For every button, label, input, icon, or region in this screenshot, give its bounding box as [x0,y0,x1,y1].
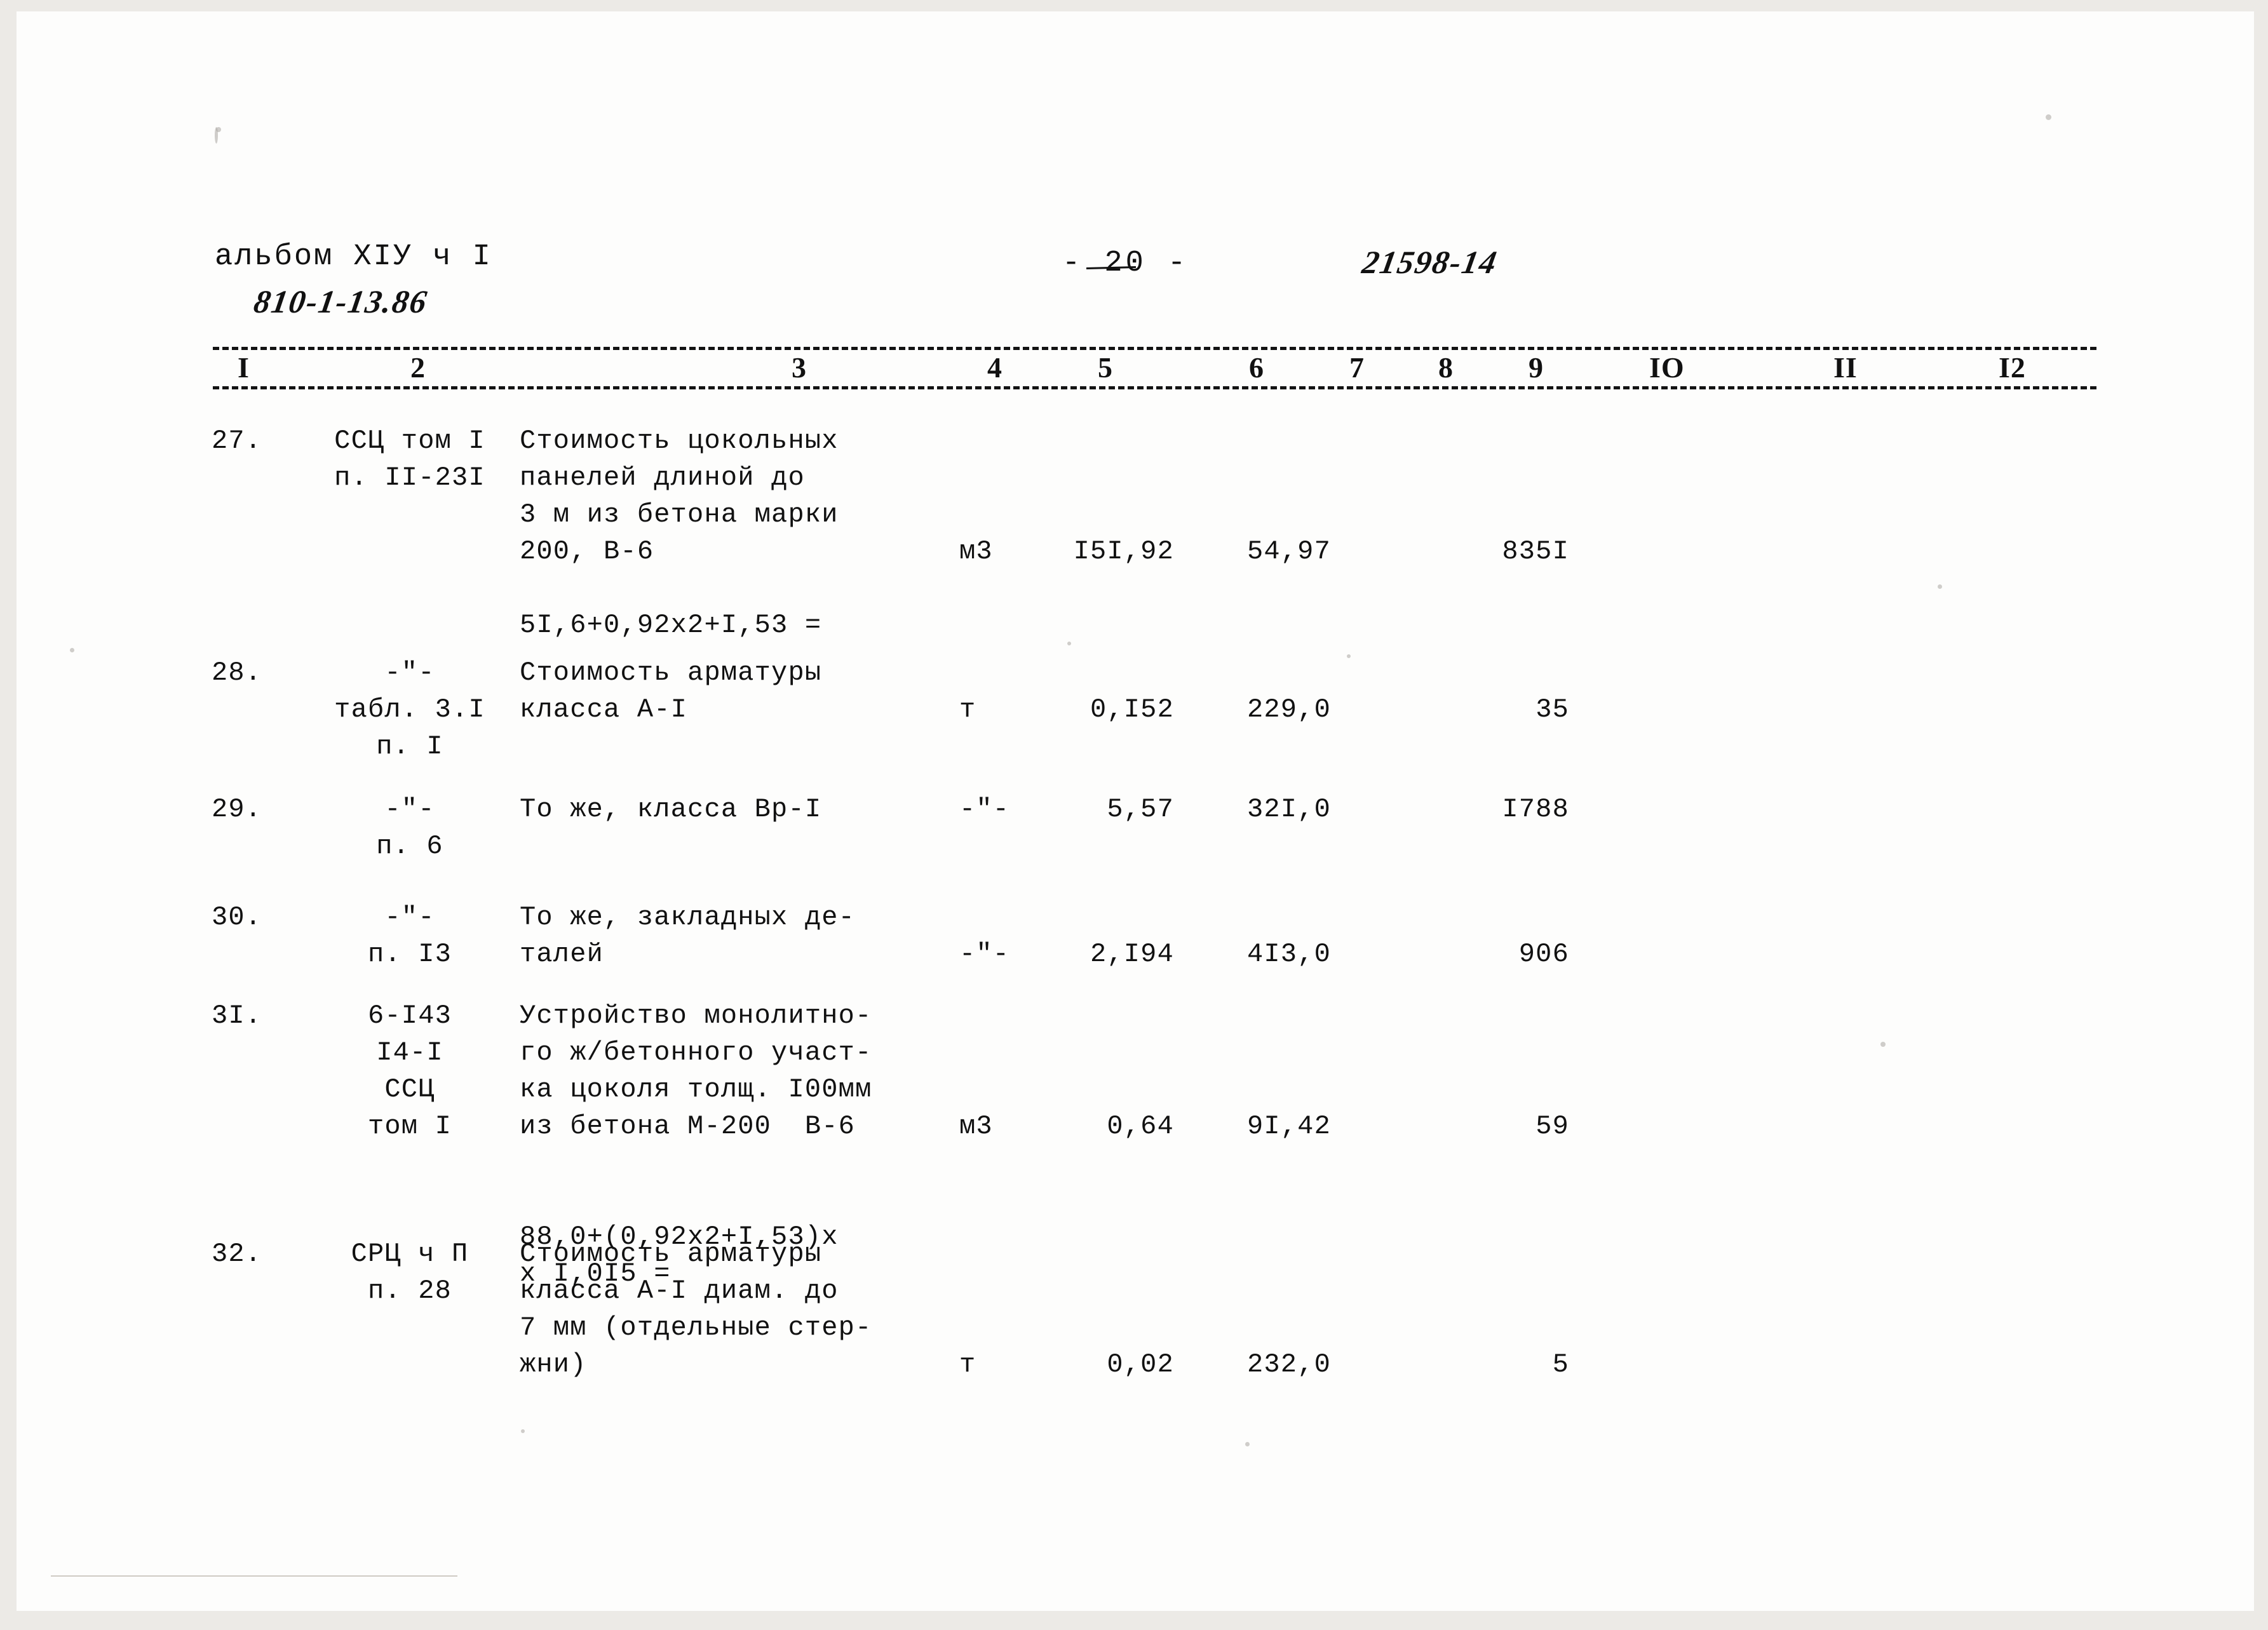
row-unit-price: 32I,0 [1246,794,1331,825]
row-item-number: 27. [212,426,262,456]
row-name-line: Устройство монолитно- [520,1000,872,1031]
row-unit-price: 54,97 [1246,536,1331,567]
row-total-sum: 835I [1502,536,1569,567]
row-justification-line: п. I [376,731,443,762]
row-item-number: 32. [212,1239,262,1269]
row-name-line: То же, закладных де- [520,902,856,933]
row-unit-price: 229,0 [1246,694,1331,725]
scan-speck [1938,584,1942,589]
row-unit: т [959,1349,976,1380]
row-justification-line: ССЦ [384,1074,435,1105]
row-justification-line: СРЦ ч П [351,1239,469,1269]
row-unit: -"- [959,794,1010,825]
row-unit: т [959,694,976,725]
row-unit: м3 [959,1111,993,1142]
column-number: 7 [1346,351,1368,384]
row-justification-line: п. I3 [367,939,452,969]
row-name-line: ка цоколя толщ. I00мм [520,1074,872,1105]
row-name-line: Стоимость цокольных [520,426,839,456]
row-unit-price: 9I,42 [1246,1111,1331,1142]
column-number: 2 [407,351,429,384]
row-name-line: Стоимость арматуры [520,657,822,688]
scan-speck [2046,114,2051,120]
row-justification-line: том I [367,1111,452,1142]
row-quantity: 0,02 [1107,1349,1174,1380]
page-edge-left [0,0,17,1630]
scan-speck [1245,1442,1250,1446]
row-quantity: 0,I52 [1090,694,1174,725]
album-label: альбом XIУ ч I [215,240,492,274]
row-total-sum: 906 [1518,939,1569,969]
handwritten-project-code: 810-1-13.86 [251,285,431,320]
row-total-sum: 35 [1536,694,1569,725]
row-calculation-line: 5I,6+0,92х2+I,53 = [520,610,822,640]
table-rule-bottom [213,386,2096,389]
column-number: I2 [1995,351,2030,384]
row-item-number: 28. [212,657,262,688]
page-edge-bottom [0,1611,2268,1630]
column-number: 4 [983,351,1006,384]
row-name-line: панелей длиной до [520,462,805,493]
table-rule-top [213,347,2096,350]
row-quantity: 2,I94 [1090,939,1174,969]
row-justification-line: -"- [384,902,435,933]
column-number: IO [1645,351,1689,384]
column-number: 5 [1094,351,1117,384]
row-item-number: 3I. [212,1000,262,1031]
row-total-sum: I788 [1502,794,1569,825]
scan-speck [215,127,218,144]
row-unit-price: 4I3,0 [1246,939,1331,969]
row-name-line: жни) [520,1349,587,1380]
column-number: I [234,351,253,384]
row-total-sum: 5 [1552,1349,1569,1380]
row-item-number: 30. [212,902,262,933]
row-name-line: 3 м из бетона марки [520,499,839,530]
page-number: - 20 - [1062,246,1189,280]
row-name-line: класса А-I диам. до [520,1276,839,1306]
scan-speck [70,648,74,652]
column-number: 8 [1434,351,1457,384]
row-name-line: из бетона М-200 В-6 [520,1111,856,1142]
row-name-line: талей [520,939,604,969]
scan-speck [1880,1042,1886,1047]
row-item-number: 29. [212,794,262,825]
row-justification-line: -"- [384,657,435,688]
row-name-line: 7 мм (отдельные стер- [520,1312,872,1343]
row-justification-line: п. 6 [376,831,443,861]
row-justification-line: 6-I43 [367,1000,452,1031]
row-justification-line: -"- [384,794,435,825]
row-name-line: 200, В-6 [520,536,654,567]
column-number: 9 [1525,351,1548,384]
row-justification-line: п. II-23I [334,462,485,493]
row-unit: м3 [959,536,993,567]
column-number: II [1830,351,1861,384]
scan-speck [1347,654,1351,658]
column-number: 6 [1245,351,1268,384]
handwritten-document-stamp: 21598-14 [1360,245,1501,281]
scan-speck [521,1429,525,1433]
row-justification-line: п. 28 [367,1276,452,1306]
page-edge-top [0,0,2268,11]
row-name-line: То же, класса Вр-I [520,794,822,825]
row-total-sum: 59 [1536,1111,1569,1142]
row-unit-price: 232,0 [1246,1349,1331,1380]
row-name-line: класса А-I [520,694,688,725]
row-name-line: го ж/бетонного участ- [520,1037,872,1068]
page-number-text: - 20 - [1062,246,1189,280]
scan-hairline [51,1575,457,1577]
row-name-line: Стоимость арматуры [520,1239,822,1269]
row-justification-line: табл. 3.I [334,694,485,725]
scan-speck [1067,642,1071,645]
row-quantity: 0,64 [1107,1111,1174,1142]
scanned-document-page: альбом XIУ ч I 810-1-13.86 - 20 - 21598-… [0,0,2268,1630]
row-justification-line: ССЦ том I [334,426,485,456]
row-quantity: 5,57 [1107,794,1174,825]
row-quantity: I5I,92 [1073,536,1174,567]
page-edge-right [2254,0,2268,1630]
row-unit: -"- [959,939,1010,969]
column-number: 3 [788,351,811,384]
row-justification-line: I4-I [376,1037,443,1068]
